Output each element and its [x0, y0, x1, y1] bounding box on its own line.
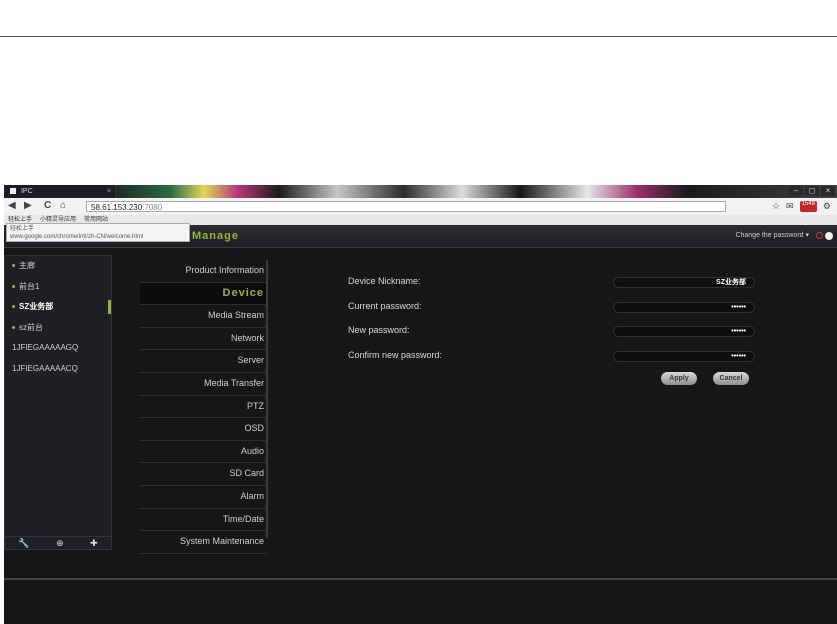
footer-divider [4, 578, 837, 580]
device-item[interactable]: 1JFIEGAAAAACQ [5, 359, 111, 380]
tab-title: IPC [20, 188, 33, 195]
device-label: 1JFIEGAAAAAGQ [12, 343, 79, 352]
power-icon[interactable] [816, 232, 823, 239]
menu-item[interactable]: Audio [140, 441, 266, 464]
address-port: :7080 [142, 203, 163, 212]
page-divider [0, 36, 837, 37]
current-password-input[interactable]: •••••• [613, 301, 755, 313]
device-label: 1JFIEGAAAAACQ [12, 363, 78, 373]
add-icon[interactable]: ✚ [90, 538, 98, 549]
menu-item[interactable]: Device [140, 282, 266, 306]
address-bar[interactable]: 58.61.153.230:7080 [86, 201, 726, 212]
back-icon[interactable]: ◀ [8, 200, 16, 211]
new-password-label: New password: [348, 325, 410, 335]
menu-item[interactable]: SD Card [140, 463, 266, 486]
maximize-button[interactable]: ◻ [805, 186, 819, 196]
new-password-input[interactable]: •••••• [613, 326, 755, 337]
confirm-password-input[interactable]: •••••• [613, 350, 755, 362]
home-icon[interactable]: ⌂ [60, 200, 66, 211]
wrench-icon[interactable]: 🔧 [18, 538, 29, 549]
link-status-bubble: 轻松上手 www.google.com/chrome/intl/zh-CN/we… [6, 223, 190, 242]
menu-item[interactable]: Server [140, 350, 266, 373]
device-item[interactable]: sz前台 [5, 318, 111, 339]
tab-close-icon[interactable]: × [107, 185, 111, 198]
star-icon[interactable]: ☆ [772, 201, 780, 212]
mail-icon[interactable]: ✉ [786, 201, 794, 212]
form-buttons: Apply Cancel [661, 372, 749, 385]
minimize-button[interactable]: – [789, 186, 803, 196]
page-icon [10, 188, 16, 195]
device-item[interactable]: 1JFIEGAAAAAGQ [5, 338, 111, 359]
settings-menu: Product Information Device Media Stream Net… [140, 260, 266, 554]
change-password-link[interactable]: Change the password ▾ [735, 232, 809, 240]
search-icon[interactable]: ⊕ [56, 538, 64, 549]
forward-icon[interactable]: ▶ [24, 200, 32, 211]
app-title: Manage [192, 230, 239, 242]
nickname-input[interactable]: SZ业务部 [613, 277, 755, 288]
wrench-menu-icon[interactable]: ⚙ [823, 201, 831, 212]
address-host: 58.61.153.230 [91, 203, 143, 212]
close-window-button[interactable]: × [821, 186, 835, 196]
window-controls: – ◻ × [789, 186, 835, 196]
status-dot-icon [12, 264, 15, 268]
menu-item[interactable]: OSD [140, 418, 266, 441]
device-list: 主廊前台1 SZ业务部 sz前台 1JFIEGAAAAAGQ 1JFIEGAAAAACQ [4, 255, 112, 538]
menu-item[interactable]: Network [140, 328, 266, 351]
browser-tab[interactable]: IPC × [4, 185, 116, 198]
browser-window: IPC × – ◻ × ◀ ▶ C ⌂ 58.61.153.230:7080 ☆… [4, 185, 837, 624]
menu-item[interactable]: Alarm [140, 486, 266, 509]
device-label: 前台1 [19, 281, 40, 291]
notification-badge[interactable]: 1548 [799, 201, 817, 212]
menu-divider [266, 260, 268, 538]
status-line-2: www.google.com/chrome/intl/zh-CN/welcome… [10, 234, 144, 240]
device-label: sz前台 [19, 322, 43, 332]
status-dot-icon [12, 284, 15, 288]
user-avatar[interactable] [825, 232, 833, 240]
device-toolbar: 🔧 ⊕ ✚ [4, 536, 112, 550]
menu-item[interactable]: Media Stream [140, 305, 266, 328]
device-item[interactable]: SZ业务部 [5, 297, 111, 318]
browser-toolbar: ◀ ▶ C ⌂ 58.61.153.230:7080 ☆ ✉ 1548 ⚙ [4, 198, 837, 215]
menu-item[interactable]: Time/Date [140, 509, 266, 532]
current-password-label: Current password: [348, 300, 422, 311]
confirm-password-label: Confirm new password: [348, 349, 443, 360]
device-item[interactable]: 前台1 [5, 277, 111, 298]
menu-item[interactable]: Product Information [140, 260, 266, 283]
device-label: SZ业务部 [19, 302, 54, 311]
reload-icon[interactable]: C [44, 200, 51, 211]
device-item[interactable]: 主廊 [5, 256, 111, 277]
toolbar-icons: ☆ ✉ 1548 ⚙ [772, 201, 831, 212]
status-dot-icon [12, 305, 15, 309]
menu-item[interactable]: Media Transfer [140, 373, 266, 396]
status-dot-icon [12, 325, 15, 329]
tab-strip: IPC × – ◻ × [4, 185, 837, 198]
nickname-label: Device Nickname: [348, 276, 421, 286]
cancel-button[interactable]: Cancel [713, 372, 749, 385]
menu-item[interactable]: PTZ [140, 396, 266, 419]
status-line-1: 轻松上手 [10, 226, 35, 232]
device-label: 主廊 [19, 261, 35, 270]
apply-button[interactable]: Apply [661, 372, 697, 385]
menu-item[interactable]: System Maintenance [140, 531, 266, 554]
